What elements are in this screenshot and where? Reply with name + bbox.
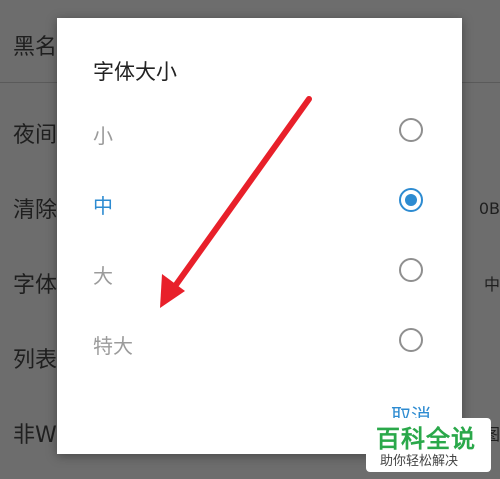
radio-button-checked[interactable] — [399, 188, 423, 212]
font-size-value: 中 — [483, 275, 500, 294]
watermark-logo: 百科全说 助你轻松解决 — [366, 418, 491, 472]
font-option-large[interactable]: 大 — [57, 238, 462, 308]
settings-row-label: 夜间 — [13, 123, 58, 148]
font-option-small[interactable]: 小 — [57, 98, 462, 168]
settings-row-label: 非W — [13, 423, 57, 448]
cache-size-value: 0B — [478, 198, 500, 218]
watermark-title: 百科全说 — [376, 425, 476, 453]
font-option-label: 特大 — [93, 334, 133, 358]
dialog-title: 字体大小 — [93, 60, 177, 84]
settings-row-label: 列表 — [13, 348, 58, 373]
radio-button[interactable] — [399, 258, 423, 282]
font-option-label: 中 — [93, 194, 113, 218]
font-option-medium[interactable]: 中 — [57, 168, 462, 238]
settings-row-label: 清除 — [13, 198, 58, 223]
font-option-label: 大 — [93, 264, 113, 288]
font-option-extra-large[interactable]: 特大 — [57, 308, 462, 378]
watermark-subtitle: 助你轻松解决 — [380, 454, 459, 469]
font-size-dialog: 字体大小 小 中 大 特大 取消 — [57, 18, 462, 454]
radio-button[interactable] — [399, 118, 423, 142]
font-option-label: 小 — [93, 124, 113, 148]
settings-row-label: 黑名 — [13, 35, 58, 60]
radio-button[interactable] — [399, 328, 423, 352]
settings-row-label: 字体 — [13, 273, 58, 298]
